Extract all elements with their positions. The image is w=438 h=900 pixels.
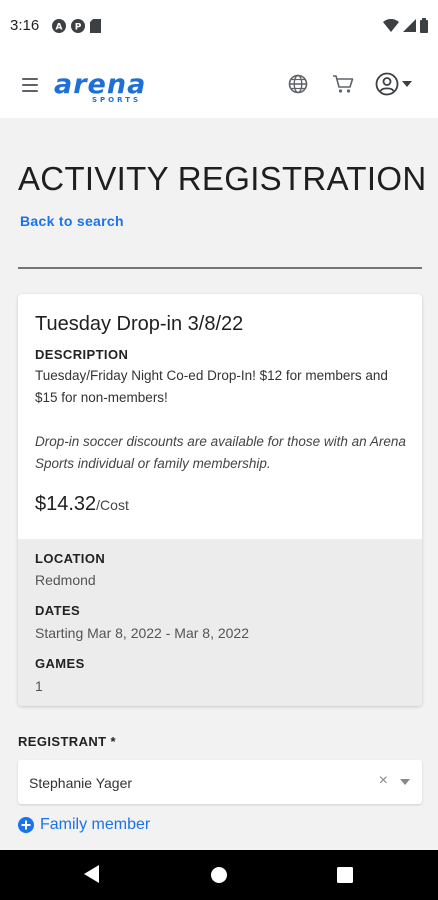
back-icon[interactable] <box>84 865 100 883</box>
recents-icon[interactable] <box>337 867 353 883</box>
registrant-select[interactable]: Stephanie Yager × <box>18 760 422 804</box>
dates-value: Starting Mar 8, 2022 - Mar 8, 2022 <box>35 625 249 641</box>
price: $14.32 <box>35 493 97 515</box>
status-bar: 3:16 A P <box>0 0 438 56</box>
status-left-icons: A P <box>52 19 101 33</box>
registrant-label: REGISTRANT * <box>18 734 116 749</box>
sd-card-icon <box>90 19 101 33</box>
svg-text:A: A <box>56 23 63 33</box>
svg-text:P: P <box>75 23 82 33</box>
clear-icon[interactable]: × <box>379 772 388 790</box>
add-family-member-button[interactable]: Family member <box>18 816 150 834</box>
plus-circle-icon <box>18 817 34 833</box>
add-family-member-label: Family member <box>40 816 151 833</box>
a-circle-icon: A <box>52 19 66 33</box>
battery-icon <box>420 18 428 33</box>
page-content: ACTIVITY REGISTRATION Back to search Tue… <box>0 118 438 850</box>
caret-down-icon[interactable] <box>402 81 412 87</box>
arena-sports-logo[interactable]: arena SPORTS <box>52 69 174 109</box>
location-label: LOCATION <box>35 551 106 566</box>
signal-icon <box>403 18 416 32</box>
registrant-selected-value: Stephanie Yager <box>29 775 133 791</box>
chevron-down-icon[interactable] <box>400 779 410 785</box>
svg-text:SPORTS: SPORTS <box>92 96 141 104</box>
wifi-icon <box>383 18 399 32</box>
location-value: Redmond <box>35 572 96 588</box>
back-to-search-link[interactable]: Back to search <box>20 213 124 229</box>
price-row: $14.32 /Cost <box>35 493 129 516</box>
activity-card: Tuesday Drop-in 3/8/22 DESCRIPTION Tuesd… <box>18 294 422 706</box>
description-label: DESCRIPTION <box>35 347 129 362</box>
games-label: GAMES <box>35 656 85 671</box>
home-icon[interactable] <box>211 867 227 883</box>
divider <box>18 267 422 269</box>
status-right-icons <box>383 18 428 33</box>
account-icon[interactable] <box>375 72 399 96</box>
price-unit: /Cost <box>96 497 129 513</box>
app-header: arena SPORTS <box>0 56 438 118</box>
activity-title: Tuesday Drop-in 3/8/22 <box>35 313 244 335</box>
menu-icon[interactable] <box>22 78 38 92</box>
cart-icon[interactable] <box>332 74 354 94</box>
activity-details: LOCATION Redmond DATES Starting Mar 8, 2… <box>18 539 422 706</box>
status-time: 3:16 <box>10 17 40 34</box>
games-value: 1 <box>35 678 43 694</box>
system-nav-bar <box>0 850 438 900</box>
discount-note: Drop-in soccer discounts are available f… <box>35 434 406 471</box>
p-circle-icon: P <box>71 19 85 33</box>
globe-icon[interactable] <box>288 74 308 94</box>
description-text: Tuesday/Friday Night Co-ed Drop-In! $12 … <box>35 368 388 405</box>
dates-label: DATES <box>35 603 81 618</box>
page-title: ACTIVITY REGISTRATION <box>18 160 427 197</box>
